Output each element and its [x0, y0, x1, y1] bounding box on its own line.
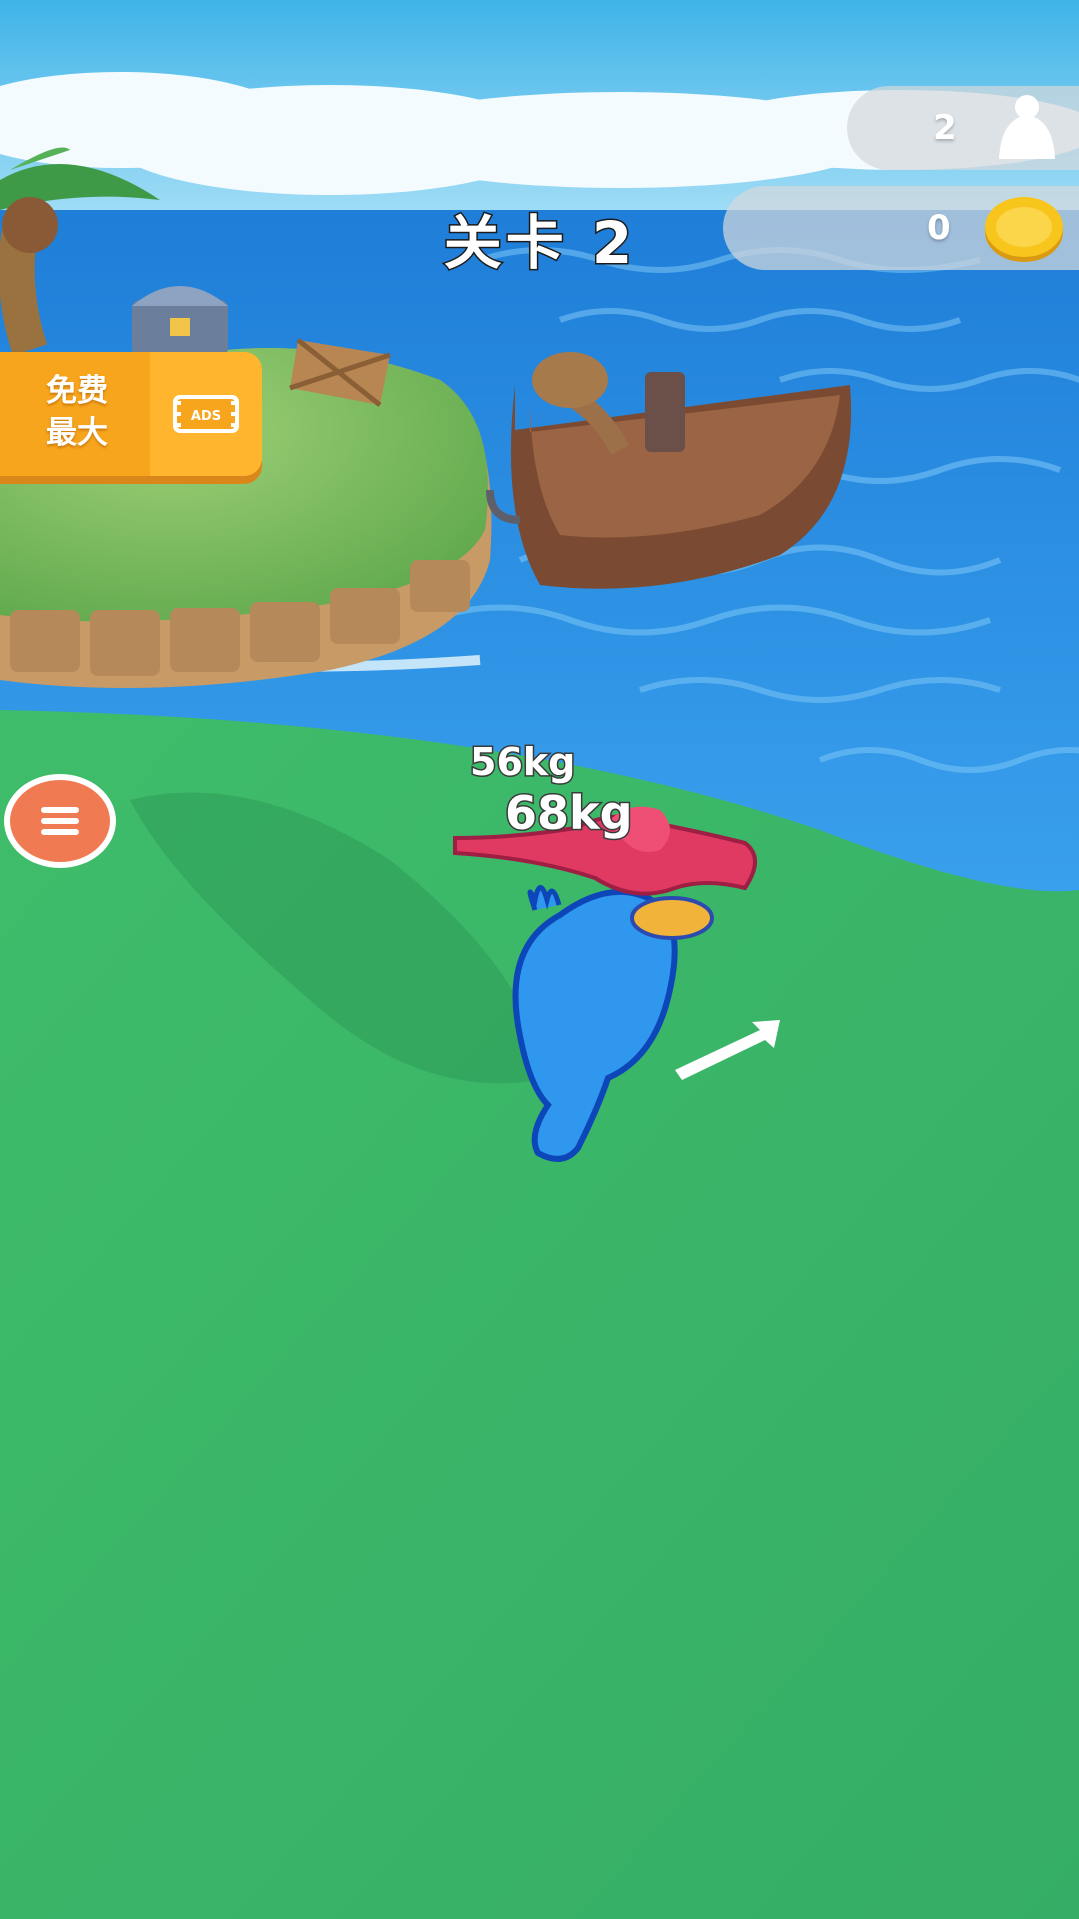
- level-title: 关卡 2: [442, 208, 637, 279]
- free-max-label-line2: 最大: [46, 415, 108, 451]
- coin-counter: 0: [723, 186, 1079, 270]
- ads-badge-text: ADS: [191, 409, 221, 424]
- free-max-label-line1: 免费: [46, 373, 108, 409]
- gold-coin-icon: [985, 197, 1063, 262]
- crowd-count: 2: [933, 108, 957, 148]
- crowd-counter: 2: [847, 86, 1079, 170]
- free-max-button[interactable]: 免费 最大 ADS: [0, 352, 262, 476]
- treasure-chest: [132, 286, 228, 356]
- opponent-weight-label: 56kg: [468, 739, 576, 786]
- menu-button[interactable]: [4, 774, 116, 868]
- coin-count: 0: [927, 208, 951, 248]
- player-weight-label: 68kg: [504, 785, 635, 842]
- game-scene: [0, 0, 1079, 1919]
- person-silhouette-icon: [999, 95, 1055, 159]
- video-ad-icon: ADS: [173, 395, 239, 433]
- ads-badge: ADS: [150, 352, 262, 476]
- free-max-label: 免费 最大: [14, 370, 140, 454]
